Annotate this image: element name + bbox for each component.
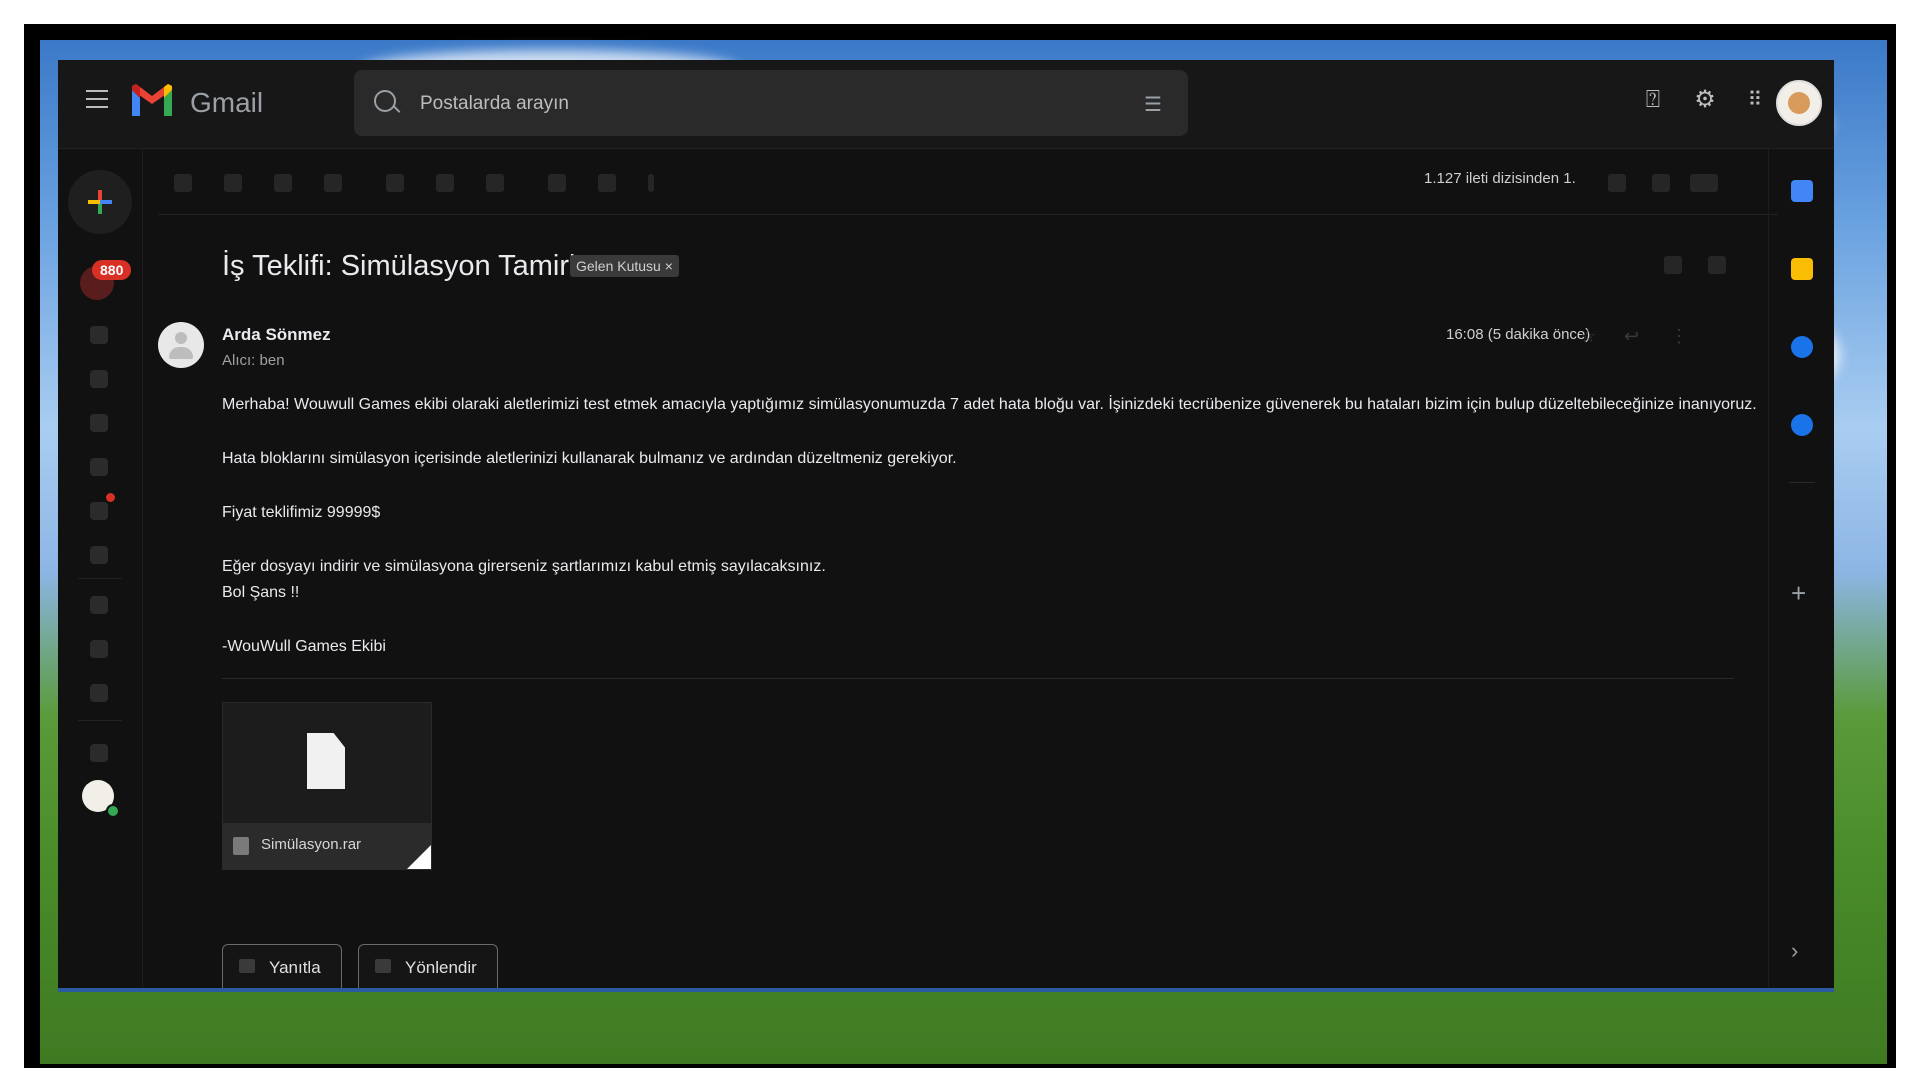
reply-arrow-icon [239, 959, 255, 973]
starred-icon[interactable] [90, 326, 108, 344]
mark-unread-icon[interactable] [386, 174, 404, 192]
gmail-logo-icon[interactable] [130, 82, 174, 118]
main-menu-icon[interactable] [86, 90, 108, 108]
rail-border [142, 148, 143, 988]
message-counter: 1.127 ileti dizisinden 1. [1424, 170, 1576, 187]
inbox-label-chip[interactable]: Gelen Kutusu × [570, 255, 679, 277]
show-side-panel-chevron-icon[interactable]: › [1791, 938, 1798, 964]
chat-icon[interactable] [90, 640, 108, 658]
body-signature: -WouWull Games Ekibi [222, 638, 386, 655]
attachment-corner-icon [407, 845, 431, 869]
compose-plus-icon [88, 190, 112, 214]
body-paragraph: Eğer dosyayı indirir ve simülasyona gire… [222, 558, 826, 575]
online-status-dot [106, 804, 120, 818]
add-task-icon[interactable] [486, 174, 504, 192]
attachment-divider [222, 678, 1734, 679]
contacts-icon[interactable] [1791, 414, 1813, 436]
gmail-window: Gmail Postalarda arayın ☰ ⍰ ⚙ ⠿ 880 1.12… [58, 60, 1834, 988]
calendar-icon[interactable] [1791, 180, 1813, 202]
email-subject: İş Teklifi: Simülasyon Tamiri [222, 250, 576, 282]
file-icon [307, 733, 345, 789]
right-side-panel: + › [1768, 148, 1834, 988]
delete-icon[interactable] [324, 174, 342, 192]
forward-button[interactable]: Yönlendir [358, 944, 498, 988]
reply-label: Yanıtla [269, 958, 321, 977]
snoozed-icon[interactable] [90, 370, 108, 388]
older-chevron-icon[interactable] [1652, 174, 1670, 192]
email-timestamp: 16:08 (5 dakika önce) [1446, 326, 1591, 343]
window-bottom-edge [58, 988, 1834, 992]
spaces-icon[interactable] [90, 684, 108, 702]
apps-grid-icon[interactable]: ⠿ [1742, 87, 1768, 113]
attachment-card[interactable]: Simülasyon.rar [222, 702, 432, 870]
meet-icon[interactable] [90, 596, 108, 614]
body-paragraph: Fiyat teklifimiz 99999$ [222, 504, 381, 521]
location-pin-icon[interactable] [90, 744, 108, 762]
recipient-line[interactable]: Alıcı: ben [222, 352, 285, 369]
account-avatar[interactable] [1776, 80, 1822, 126]
forward-arrow-icon [375, 959, 391, 973]
labels-icon[interactable] [90, 546, 108, 564]
star-icon[interactable]: ☆ [1580, 326, 1598, 346]
settings-gear-icon[interactable]: ⚙ [1692, 87, 1718, 113]
help-icon[interactable]: ⍰ [1640, 87, 1666, 113]
rail-divider [78, 578, 122, 579]
drafts-dot [106, 493, 115, 502]
report-spam-icon[interactable] [274, 174, 292, 192]
left-nav-rail: 880 [58, 148, 142, 988]
gmail-brand: Gmail [190, 87, 264, 118]
side-divider [1789, 482, 1815, 483]
compose-button[interactable] [68, 170, 132, 234]
body-paragraph: Hata bloklarını simülasyon içerisinde al… [222, 450, 957, 467]
more-vert-icon[interactable]: ⋮ [1670, 326, 1688, 346]
tasks-icon[interactable] [1791, 336, 1813, 358]
open-new-window-icon[interactable] [1708, 256, 1726, 274]
search-icon[interactable] [374, 90, 396, 112]
newer-chevron-icon[interactable] [1608, 174, 1626, 192]
attachment-name[interactable]: Simülasyon.rar [261, 836, 361, 853]
attachment-footer: Simülasyon.rar [223, 823, 431, 869]
search-options-icon[interactable]: ☰ [1144, 92, 1166, 116]
top-bar: Gmail Postalarda arayın ☰ ⍰ ⚙ ⠿ [58, 60, 1834, 149]
archive-file-icon [233, 837, 249, 855]
keep-icon[interactable] [1791, 258, 1813, 280]
important-icon[interactable] [90, 414, 108, 432]
move-to-icon[interactable] [548, 174, 566, 192]
body-paragraph: Merhaba! Wouwull Games ekibi olaraki ale… [222, 396, 1757, 413]
forward-label: Yönlendir [405, 958, 477, 977]
input-tools-icon[interactable] [1690, 174, 1718, 192]
label-icon[interactable] [598, 174, 616, 192]
archive-icon[interactable] [224, 174, 242, 192]
get-addons-plus-icon[interactable]: + [1791, 578, 1806, 609]
back-arrow-icon[interactable] [174, 174, 192, 192]
more-options-icon[interactable] [648, 174, 654, 192]
inbox-unread-badge: 880 [92, 260, 132, 280]
sender-avatar [158, 322, 204, 368]
reply-icon[interactable]: ↩ [1624, 326, 1642, 346]
search-bar[interactable]: Postalarda arayın ☰ [354, 70, 1188, 136]
body-paragraph: Bol Şans !! [222, 584, 300, 601]
reply-button[interactable]: Yanıtla [222, 944, 342, 988]
rail-divider [78, 720, 122, 721]
snooze-icon[interactable] [436, 174, 454, 192]
drafts-icon[interactable] [90, 502, 108, 520]
sent-icon[interactable] [90, 458, 108, 476]
search-input[interactable]: Postalarda arayın [420, 93, 569, 115]
sender-name[interactable]: Arda Sönmez [222, 325, 331, 345]
print-icon[interactable] [1664, 256, 1682, 274]
